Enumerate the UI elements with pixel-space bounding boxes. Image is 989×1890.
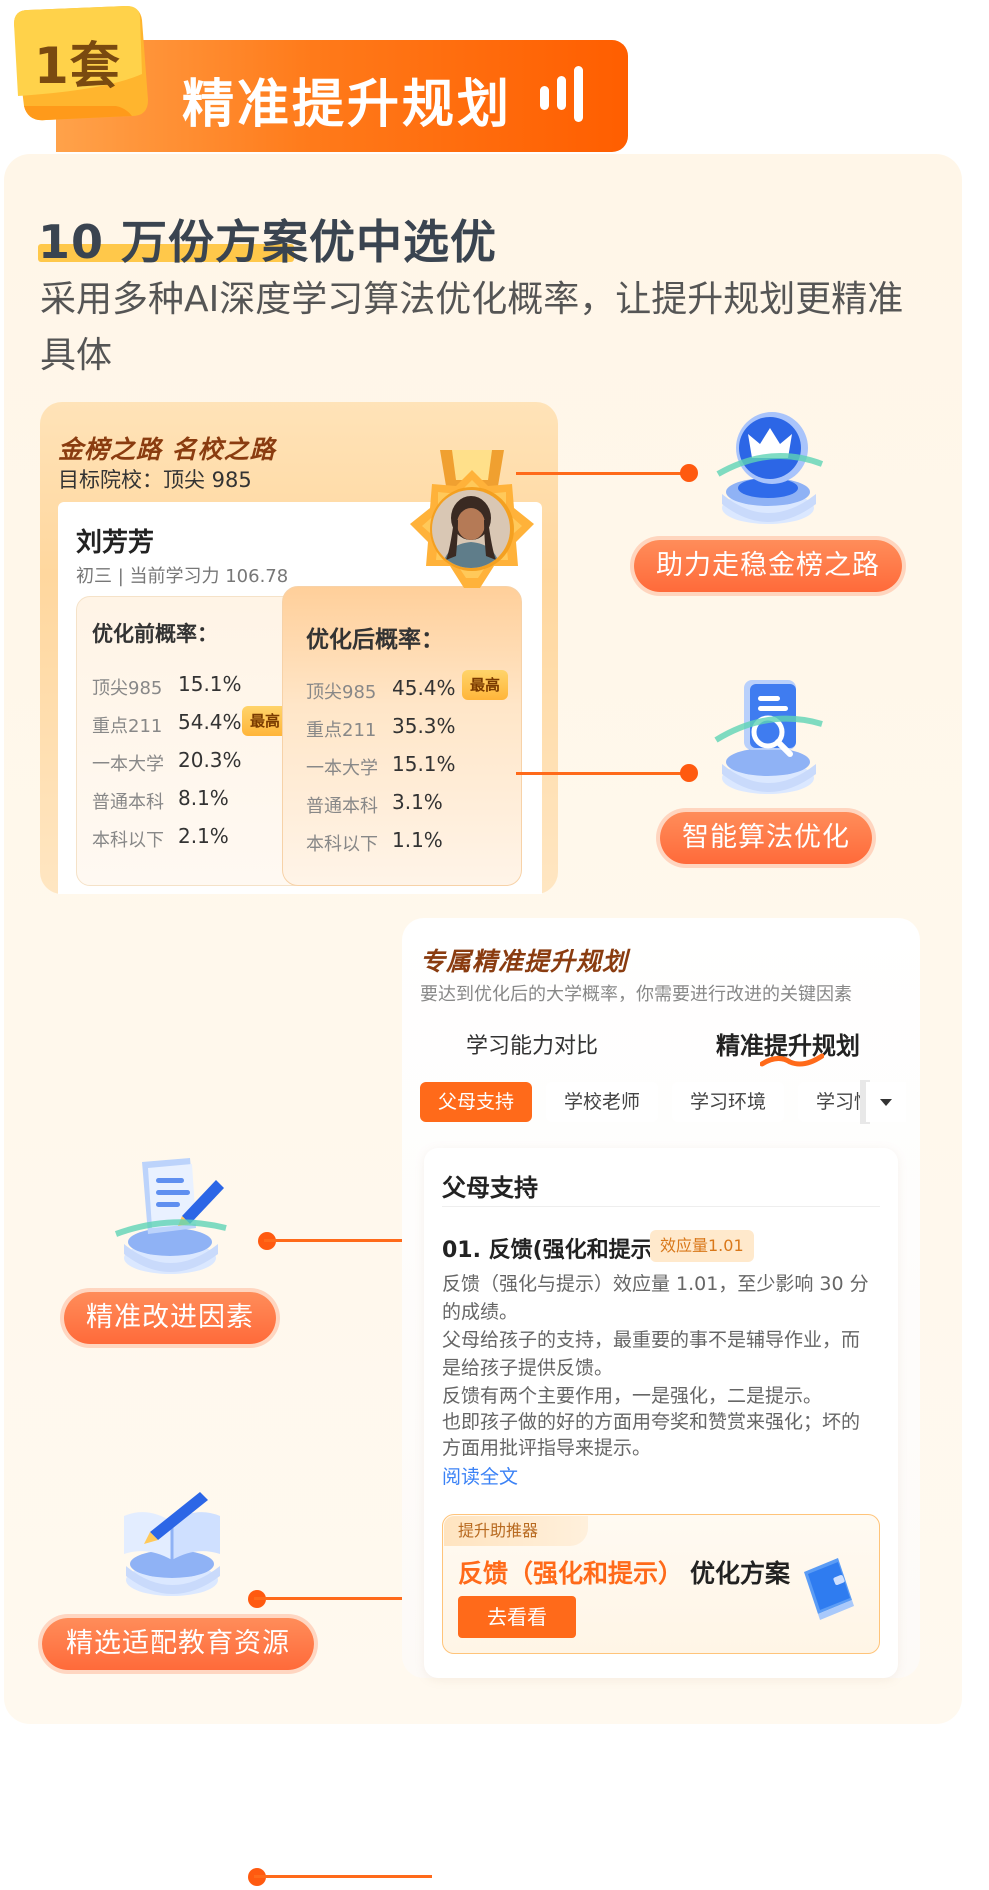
after-value: 15.1% (392, 752, 456, 776)
detail-text-line: 也即孩子做的好的方面用夸奖和赞赏来强化；坏的 (442, 1411, 861, 1433)
section-number: 1套 (34, 37, 121, 95)
before-label: 重点211 (92, 716, 163, 737)
section-title: 精准提升规划 (182, 75, 513, 135)
booster-factor-name: 反馈（强化和提示） (458, 1559, 684, 1588)
go-see-button[interactable]: 去看看 (458, 1596, 576, 1638)
active-tab-indicator (760, 1053, 824, 1067)
booster-tag: 提升助推器 (444, 1516, 588, 1546)
detail-text-line: 的成绩。 (442, 1301, 519, 1323)
after-label: 一本大学 (306, 758, 378, 779)
chip-school-teacher[interactable]: 学校老师 (546, 1082, 659, 1122)
booster-plan-label: 优化方案 (690, 1559, 791, 1588)
book-pencil-icon (124, 1492, 220, 1596)
detail-text-line: 反馈有两个主要作用，一是强化，二是提示。 (442, 1385, 823, 1407)
connector-line (516, 472, 686, 475)
after-label: 顶尖985 (306, 682, 377, 703)
detail-text-line: 父母给孩子的支持，最重要的事不是辅导作业，而 (442, 1329, 861, 1351)
feature-pill: 精准改进因素 (64, 1292, 276, 1344)
headline-subtitle: 采用多种AI深度学习算法优化概率，让提升规划更精准具体 (40, 279, 904, 376)
chip-learning-environment[interactable]: 学习环境 (672, 1082, 785, 1122)
headline-title: 10 万份方案优中选优 (38, 215, 498, 269)
feature-pill: 智能算法优化 (660, 812, 872, 864)
connector-line (254, 1875, 432, 1878)
before-label: 顶尖985 (92, 678, 163, 699)
before-title: 优化前概率： (92, 622, 218, 646)
connector-dot (680, 464, 698, 482)
divider (442, 1206, 880, 1207)
document-pen-icon (114, 1158, 227, 1274)
book-icon (804, 1558, 854, 1620)
crown-icon (716, 412, 824, 524)
after-title: 优化后概率： (306, 627, 444, 653)
after-label: 本科以下 (306, 834, 378, 855)
after-value: 1.1% (392, 828, 443, 852)
before-label: 普通本科 (92, 792, 164, 813)
detail-heading: 父母支持 (442, 1174, 538, 1202)
before-label: 本科以下 (92, 830, 164, 851)
tab-ability-compare[interactable]: 学习能力对比 (466, 1028, 598, 1060)
before-value: 54.4% (178, 710, 242, 734)
signal-bars-icon (540, 66, 583, 122)
chip-parent-support[interactable]: 父母支持 (420, 1082, 533, 1122)
read-more-link[interactable]: 阅读全文 (442, 1462, 518, 1489)
card-slogan: 金榜之路 名校之路 (58, 435, 276, 464)
before-value: 2.1% (178, 824, 229, 848)
after-value: 45.4% (392, 676, 456, 700)
before-value: 15.1% (178, 672, 242, 696)
target-school: 目标院校：顶尖 985 (58, 468, 252, 492)
detail-text-line: 是给孩子提供反馈。 (442, 1357, 614, 1379)
plan-title: 专属精准提升规划 (420, 947, 629, 976)
after-label: 重点211 (306, 720, 377, 741)
after-value: 35.3% (392, 714, 456, 738)
before-label: 一本大学 (92, 754, 164, 775)
avatar (432, 490, 510, 568)
before-value: 20.3% (178, 748, 242, 772)
after-value: 3.1% (392, 790, 443, 814)
chevron-down-icon[interactable] (866, 1082, 906, 1122)
factor-title: 01. 反馈(强化和提示) (442, 1238, 663, 1263)
detail-text-line: 反馈（强化与提示）效应量 1.01，至少影响 30 分 (442, 1273, 869, 1295)
after-label: 普通本科 (306, 796, 378, 817)
document-search-icon (714, 680, 823, 794)
feature-pill: 助力走稳金榜之路 (634, 540, 902, 592)
plan-subtitle: 要达到优化后的大学概率，你需要进行改进的关键因素 (420, 984, 852, 1005)
best-tag: 最高 (462, 670, 509, 700)
feature-pill: 精选适配教育资源 (42, 1618, 314, 1670)
student-name: 刘芳芳 (76, 528, 155, 558)
student-info: 初三 | 当前学习力 106.78 (76, 566, 289, 587)
connector-dot (680, 764, 698, 782)
effect-size-badge: 效应量1.01 (650, 1230, 754, 1262)
detail-text-line: 方面用批评指导来提示。 (442, 1437, 652, 1459)
before-value: 8.1% (178, 786, 229, 810)
connector-line (516, 772, 686, 775)
